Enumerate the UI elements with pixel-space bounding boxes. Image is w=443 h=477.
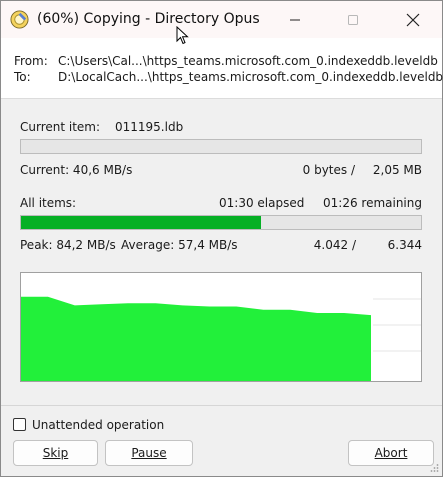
current-progress-bar [20, 139, 422, 154]
copy-dialog-window: (60%) Copying - Directory Opus From: C:\U… [0, 0, 443, 477]
to-label: To: [14, 70, 31, 84]
window-title: (60%) Copying - Directory Opus [37, 11, 260, 27]
current-item-label: Current item: [20, 120, 101, 134]
directory-opus-icon [10, 10, 29, 29]
all-items-progress-bar [20, 215, 422, 230]
current-bytes-total: 2,05 MB [372, 163, 422, 177]
current-speed: Current: 40,6 MB/s [20, 163, 133, 177]
current-bytes-done: 0 bytes / [302, 163, 355, 177]
divider [1, 405, 442, 406]
title-bar[interactable]: (60%) Copying - Directory Opus [1, 1, 442, 38]
pause-button[interactable]: Pause [105, 440, 193, 466]
minimize-icon [290, 19, 300, 21]
from-row: From: C:\Users\Cal...\https_teams.microso… [14, 54, 438, 68]
average-speed: Average: 57,4 MB/s [121, 238, 238, 252]
all-items-label: All items: [20, 196, 77, 210]
to-path: D:\LocalCach...\https_teams.microsoft.co… [58, 70, 443, 84]
resize-grip-icon[interactable] [429, 463, 439, 473]
graph-gridlines [373, 298, 421, 352]
remaining-time: 01:26 remaining [323, 196, 422, 210]
current-item-name: 011195.ldb [115, 120, 184, 134]
speed-area [21, 296, 371, 381]
close-button[interactable] [391, 5, 435, 35]
unattended-label[interactable]: Unattended operation [32, 418, 164, 432]
mouse-cursor-icon [176, 26, 189, 45]
all-items-progress-fill [21, 216, 261, 229]
from-label: From: [14, 54, 48, 68]
maximize-icon [348, 15, 358, 25]
items-total: 6.344 [387, 238, 422, 252]
peak-speed: Peak: 84,2 MB/s [20, 238, 116, 252]
path-panel: From: C:\Users\Cal...\https_teams.microso… [1, 38, 443, 99]
from-path: C:\Users\Cal...\https_teams.microsoft.co… [58, 54, 438, 68]
minimize-button[interactable] [273, 5, 317, 35]
speed-graph-canvas [21, 296, 421, 381]
skip-button[interactable]: Skip [13, 440, 98, 466]
abort-button[interactable]: Abort [348, 440, 434, 466]
maximize-button [331, 5, 375, 35]
elapsed-time: 01:30 elapsed [219, 196, 305, 210]
unattended-checkbox[interactable] [13, 418, 26, 431]
transfer-speed-graph [20, 272, 422, 382]
close-icon [406, 13, 420, 27]
items-done: 4.042 / [313, 238, 356, 252]
to-row: To: D:\LocalCach...\https_teams.microsoft… [14, 70, 443, 84]
